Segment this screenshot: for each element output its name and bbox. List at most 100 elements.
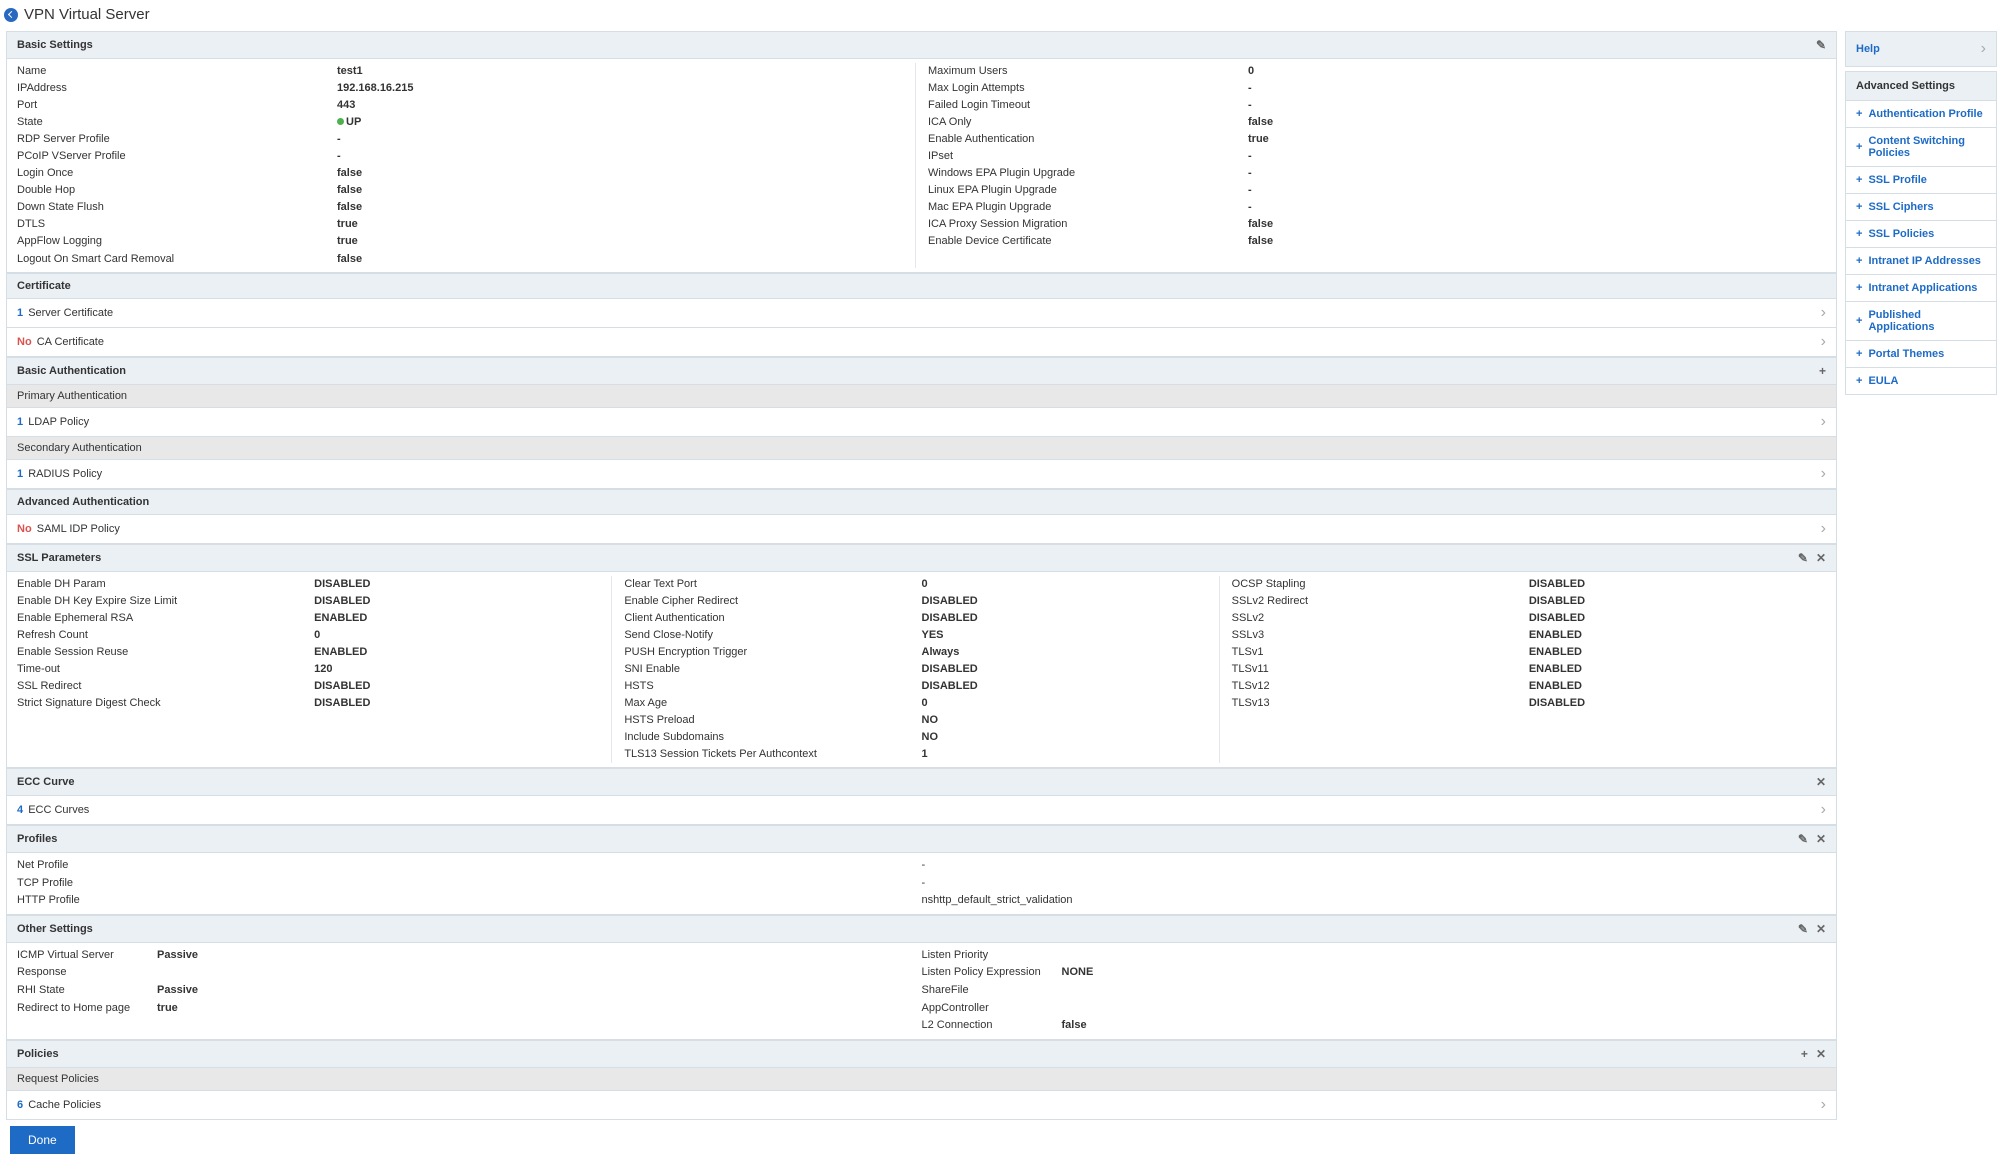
ssl-value: DISABLED <box>314 678 611 695</box>
ssl-value: ENABLED <box>1529 644 1826 661</box>
edit-icon[interactable] <box>1798 551 1808 565</box>
ssl-label: Clear Text Port <box>624 576 921 593</box>
other-label: L2 Connection <box>922 1017 1062 1035</box>
advanced-setting-item[interactable]: +Portal Themes <box>1845 341 1997 368</box>
ssl-label: Enable DH Key Expire Size Limit <box>17 593 314 610</box>
radius-policy-row[interactable]: 1 RADIUS Policy <box>6 460 1837 489</box>
ssl-value: DISABLED <box>922 610 1219 627</box>
ssl-value: DISABLED <box>922 661 1219 678</box>
kv-value: test1 <box>337 63 363 80</box>
kv-value: 192.168.16.215 <box>337 80 413 97</box>
ssl-row: SSLv2 RedirectDISABLED <box>1232 593 1826 610</box>
basic-settings-body: Nametest1IPAddress192.168.16.215Port443S… <box>6 59 1837 273</box>
chevron-icon <box>1981 40 1986 58</box>
request-policies-header: Request Policies <box>6 1068 1837 1091</box>
ssl-row: TLSv11ENABLED <box>1232 661 1826 678</box>
ssl-value: 120 <box>314 661 611 678</box>
add-icon[interactable] <box>1801 1047 1808 1061</box>
kv-label: Maximum Users <box>928 63 1248 80</box>
back-icon[interactable] <box>4 8 18 22</box>
ssl-row: Max Age0 <box>624 695 1218 712</box>
ssl-value: ENABLED <box>314 644 611 661</box>
saml-idp-row[interactable]: No SAML IDP Policy <box>6 515 1837 544</box>
help-panel[interactable]: Help <box>1845 31 1997 67</box>
advanced-setting-item[interactable]: +SSL Profile <box>1845 167 1997 194</box>
advanced-setting-item[interactable]: +SSL Policies <box>1845 221 1997 248</box>
ssl-value: 0 <box>922 695 1219 712</box>
kv-row: Failed Login Timeout- <box>928 97 1826 114</box>
plus-icon: + <box>1856 201 1862 213</box>
kv-value: false <box>1248 114 1273 131</box>
ecc-curves-row[interactable]: 4 ECC Curves <box>6 796 1837 825</box>
close-icon[interactable] <box>1816 922 1826 936</box>
profile-label: HTTP Profile <box>17 892 337 910</box>
kv-row: Linux EPA Plugin Upgrade- <box>928 182 1826 199</box>
advanced-setting-label: Authentication Profile <box>1868 108 1982 120</box>
other-label: AppController <box>922 1000 1062 1018</box>
ssl-label: Enable Cipher Redirect <box>624 593 921 610</box>
ssl-row: TLSv13DISABLED <box>1232 695 1826 712</box>
ssl-value: 0 <box>314 627 611 644</box>
cache-policies-row[interactable]: 6 Cache Policies <box>6 1091 1837 1120</box>
done-button[interactable]: Done <box>10 1126 75 1154</box>
policies-header: Policies <box>6 1040 1837 1068</box>
secondary-auth-header: Secondary Authentication <box>6 437 1837 460</box>
ldap-policy-row[interactable]: 1 LDAP Policy <box>6 408 1837 437</box>
ssl-label: TLSv12 <box>1232 678 1529 695</box>
other-label: Listen Policy Expression <box>922 964 1062 982</box>
basic-settings-label: Basic Settings <box>17 39 93 51</box>
ssl-row: Strict Signature Digest CheckDISABLED <box>17 695 611 712</box>
profile-label: Net Profile <box>17 857 337 875</box>
advanced-setting-item[interactable]: +Authentication Profile <box>1845 101 1997 128</box>
profile-value-row: - <box>922 875 1827 893</box>
ssl-label: SSLv3 <box>1232 627 1529 644</box>
ssl-label: Include Subdomains <box>624 729 921 746</box>
ssl-label: Strict Signature Digest Check <box>17 695 314 712</box>
ca-certificate-row[interactable]: No CA Certificate <box>6 328 1837 357</box>
edit-icon[interactable] <box>1798 922 1808 936</box>
profile-value: nshttp_default_strict_validation <box>922 892 1073 910</box>
advanced-setting-item[interactable]: +Published Applications <box>1845 302 1997 341</box>
advanced-setting-item[interactable]: +SSL Ciphers <box>1845 194 1997 221</box>
kv-value: false <box>337 182 362 199</box>
close-icon[interactable] <box>1816 775 1826 789</box>
ssl-parameters-header: SSL Parameters <box>6 544 1837 572</box>
advanced-setting-label: Portal Themes <box>1868 348 1944 360</box>
ssl-label: Enable DH Param <box>17 576 314 593</box>
kv-value: false <box>337 199 362 216</box>
server-certificate-row[interactable]: 1 Server Certificate <box>6 299 1837 328</box>
other-row: ShareFile <box>922 982 1827 1000</box>
kv-label: Double Hop <box>17 182 337 199</box>
kv-label: Enable Device Certificate <box>928 233 1248 250</box>
kv-value: - <box>1248 97 1252 114</box>
ssl-label: TLSv1 <box>1232 644 1529 661</box>
chevron-icon <box>1821 304 1826 322</box>
count: 6 <box>17 1099 23 1111</box>
ssl-value: 0 <box>922 576 1219 593</box>
profile-row: Net Profile <box>17 857 922 875</box>
advanced-setting-item[interactable]: +EULA <box>1845 368 1997 395</box>
advanced-setting-item[interactable]: +Content Switching Policies <box>1845 128 1997 167</box>
close-icon[interactable] <box>1816 551 1826 565</box>
close-icon[interactable] <box>1816 1047 1826 1061</box>
kv-value: - <box>1248 148 1252 165</box>
advanced-setting-label: EULA <box>1868 375 1898 387</box>
advanced-setting-label: Intranet IP Addresses <box>1868 255 1981 267</box>
edit-icon[interactable] <box>1816 38 1826 52</box>
profile-value-row: - <box>922 857 1827 875</box>
ssl-row: Client AuthenticationDISABLED <box>624 610 1218 627</box>
ssl-row: Enable DH ParamDISABLED <box>17 576 611 593</box>
add-icon[interactable] <box>1819 364 1826 378</box>
advanced-setting-item[interactable]: +Intranet IP Addresses <box>1845 248 1997 275</box>
advanced-setting-item[interactable]: +Intranet Applications <box>1845 275 1997 302</box>
kv-value: 443 <box>337 97 355 114</box>
close-icon[interactable] <box>1816 832 1826 846</box>
edit-icon[interactable] <box>1798 832 1808 846</box>
plus-icon: + <box>1856 174 1862 186</box>
other-label: Listen Priority <box>922 947 1062 965</box>
ssl-label: SNI Enable <box>624 661 921 678</box>
ssl-label: SSLv2 <box>1232 610 1529 627</box>
ssl-row: SSLv3ENABLED <box>1232 627 1826 644</box>
ssl-value: YES <box>922 627 1219 644</box>
kv-value: UP <box>337 114 361 131</box>
